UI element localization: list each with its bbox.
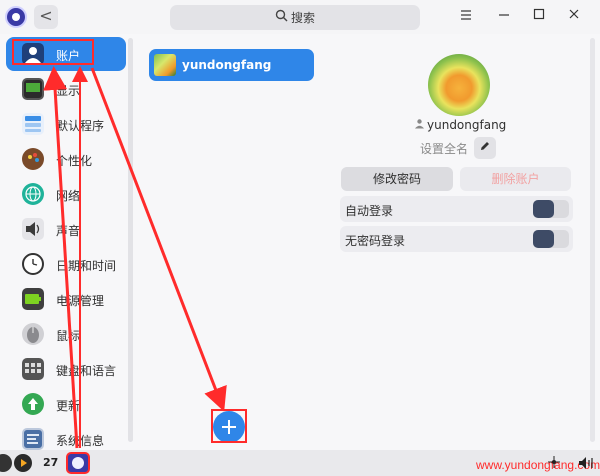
pencil-icon [481, 142, 490, 150]
account-thumbnail [154, 54, 176, 76]
control-center-logo-icon [5, 6, 27, 28]
auto-login-toggle[interactable] [533, 200, 569, 218]
sidebar-item-label: 日期和时间 [56, 259, 117, 273]
search-input[interactable]: 搜索 [170, 5, 420, 30]
username-label: yundongfang [427, 118, 507, 132]
sidebar-item-update[interactable]: 更新 [6, 387, 126, 421]
update-icon [22, 393, 44, 415]
launcher-icon[interactable] [0, 454, 12, 472]
menu-icon[interactable] [456, 7, 476, 27]
sidebar-item-label: 个性化 [56, 154, 93, 168]
display-icon [22, 78, 44, 100]
keyboard-icon [22, 358, 44, 380]
account-list-item[interactable]: yundongfang [149, 49, 314, 81]
sidebar-item-label: 鼠标 [56, 329, 81, 343]
sidebar-item-label: 默认程序 [56, 119, 105, 133]
detail-scrollbar[interactable] [590, 38, 595, 442]
calendar-date[interactable]: 27 [43, 456, 58, 469]
sidebar-item-label: 网络 [56, 189, 81, 203]
sidebar-item-label: 电源管理 [56, 294, 105, 308]
network-icon [22, 183, 44, 205]
sidebar-item-label: 系统信息 [56, 434, 105, 448]
sidebar-item-display[interactable]: 显示 [6, 72, 126, 106]
sidebar-item-personalization[interactable]: 个性化 [6, 142, 126, 176]
set-fullname-label: 设置全名 [420, 141, 469, 156]
annotation-box-add [211, 409, 247, 443]
search-placeholder: 搜索 [290, 11, 315, 25]
mouse-icon [22, 323, 44, 345]
username-row: yundongfang [414, 117, 506, 133]
sidebar: 账户 显示 默认程序 个性化 网络 声音 日期和时间 电源管理 鼠标 键盘和语言… [0, 34, 134, 450]
sidebar-item-sound[interactable]: 声音 [6, 212, 126, 246]
account-name: yundongfang [182, 58, 272, 72]
control-center-taskbar-icon[interactable] [66, 452, 90, 474]
toggle-knob [533, 200, 554, 218]
sidebar-item-label: 键盘和语言 [56, 364, 117, 378]
edit-fullname-button[interactable] [474, 137, 497, 159]
maximize-icon[interactable] [529, 7, 549, 27]
nopassword-login-toggle[interactable] [533, 230, 569, 248]
personalization-icon [22, 148, 44, 170]
battery-icon [22, 288, 44, 310]
sound-icon [22, 218, 44, 240]
change-password-button[interactable]: 修改密码 [341, 167, 453, 191]
sidebar-item-datetime[interactable]: 日期和时间 [6, 247, 126, 281]
delete-account-button[interactable]: 删除账户 [460, 167, 571, 191]
sidebar-item-network[interactable]: 网络 [6, 177, 126, 211]
back-button[interactable]: < [34, 5, 58, 29]
toggle-knob [533, 230, 554, 248]
sidebar-item-default-apps[interactable]: 默认程序 [6, 107, 126, 141]
account-list: yundongfang [139, 34, 321, 450]
default-apps-icon [22, 113, 44, 135]
titlebar: < 搜索 [0, 0, 600, 34]
close-icon[interactable] [564, 7, 584, 27]
user-small-icon [414, 118, 425, 132]
fullname-row: 设置全名 [420, 137, 497, 159]
sidebar-item-power[interactable]: 电源管理 [6, 282, 126, 316]
network-tray-icon[interactable] [548, 456, 560, 471]
sidebar-item-label: 显示 [56, 84, 81, 98]
annotation-box-accounts [12, 39, 94, 65]
volume-tray-icon[interactable] [578, 456, 596, 473]
media-player-icon[interactable] [14, 454, 32, 472]
avatar[interactable] [428, 54, 490, 116]
sidebar-item-mouse[interactable]: 鼠标 [6, 317, 126, 351]
auto-login-row: 自动登录 [340, 196, 573, 222]
nopassword-login-row: 无密码登录 [340, 226, 573, 252]
sidebar-item-label: 更新 [56, 399, 81, 413]
search-icon [275, 9, 288, 26]
settings-window: < 搜索 账户 显示 默认程序 个性化 网络 声音 日期和时间 电源管理 鼠标 … [0, 0, 600, 450]
minimize-icon[interactable] [494, 7, 514, 27]
sidebar-item-keyboard[interactable]: 键盘和语言 [6, 352, 126, 386]
nopassword-login-label: 无密码登录 [345, 234, 406, 248]
sidebar-item-label: 声音 [56, 224, 81, 238]
auto-login-label: 自动登录 [345, 204, 394, 218]
clock-icon [22, 253, 44, 275]
system-info-icon [22, 428, 44, 450]
sidebar-scrollbar[interactable] [128, 38, 133, 442]
